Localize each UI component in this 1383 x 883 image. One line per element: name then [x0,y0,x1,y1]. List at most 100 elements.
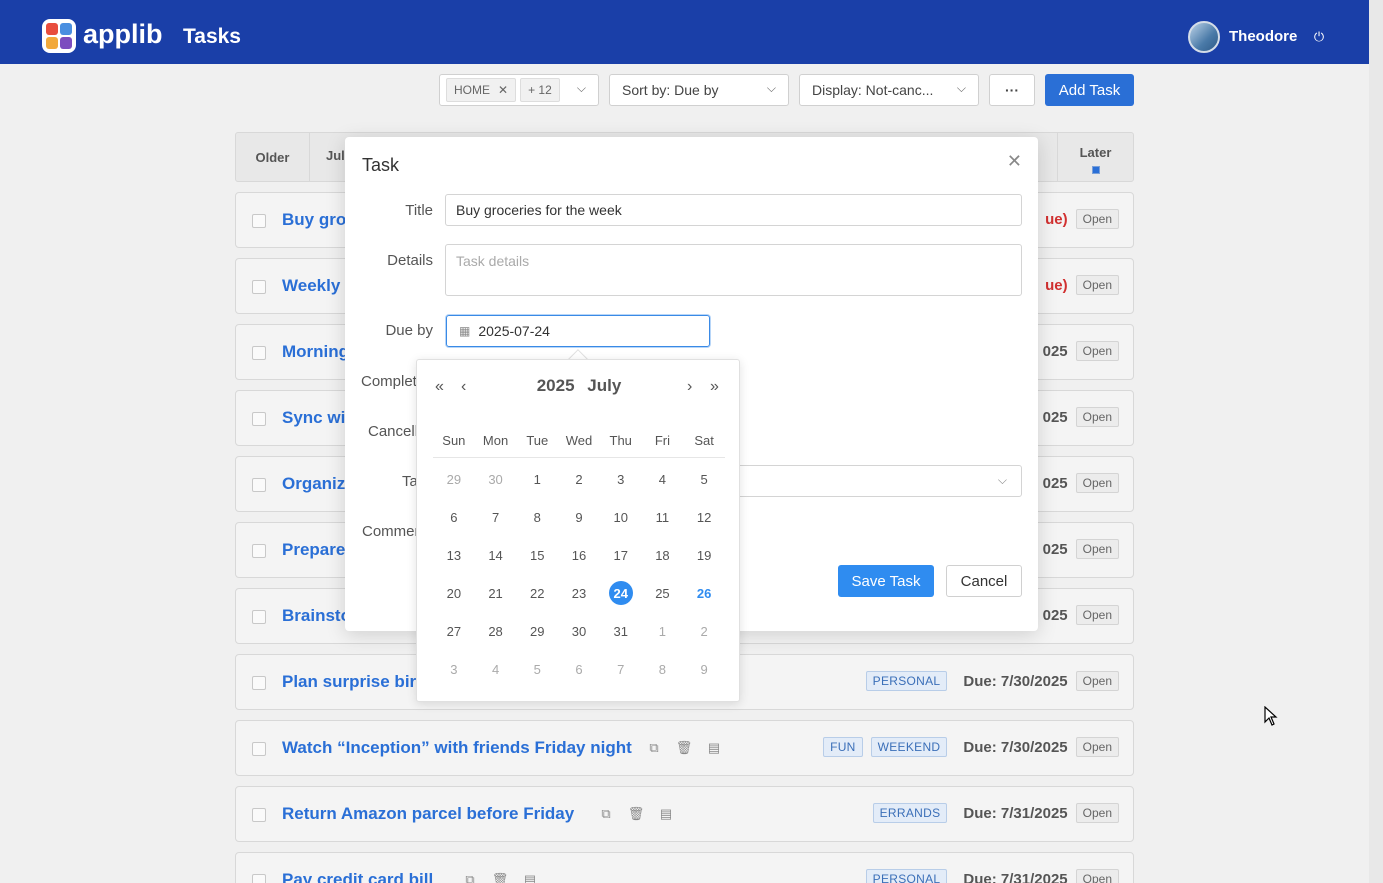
day-cell[interactable]: 2 [558,460,600,498]
task-title[interactable]: Prepare [282,540,345,560]
date-strip-later[interactable]: Later [1057,133,1133,181]
tag-filter-select[interactable]: HOME ✕ + 12 ⌵ [439,74,599,106]
task-tag[interactable]: FUN [823,737,863,757]
brand-name[interactable]: applib [83,19,163,50]
day-cell[interactable]: 19 [683,536,725,574]
close-icon[interactable]: ✕ [1007,151,1022,172]
day-cell[interactable]: 7 [600,650,642,688]
day-cell[interactable]: 8 [516,498,558,536]
day-cell[interactable]: 4 [642,460,684,498]
task-checkbox[interactable] [252,412,266,426]
title-input[interactable]: Buy groceries for the week [445,194,1022,226]
applib-logo-icon[interactable] [42,19,76,53]
task-checkbox[interactable] [252,742,266,756]
archive-icon[interactable]: ▤ [658,806,674,822]
copy-icon[interactable]: ⧉ [462,872,478,883]
task-tag[interactable]: ERRANDS [872,803,948,823]
task-checkbox[interactable] [252,676,266,690]
picker-month[interactable]: July [587,376,621,395]
day-cell[interactable]: 8 [642,650,684,688]
day-cell[interactable]: 30 [558,612,600,650]
sort-select[interactable]: Sort by: Due by ⌵ [609,74,789,106]
task-checkbox[interactable] [252,610,266,624]
tags-select[interactable]: ⌵ [725,465,1022,497]
next-month-icon[interactable]: › [687,378,692,396]
task-title[interactable]: Morning [282,342,349,362]
day-cell[interactable]: 6 [558,650,600,688]
day-cell[interactable]: 27 [433,612,475,650]
day-cell[interactable]: 30 [475,460,517,498]
task-checkbox[interactable] [252,874,266,883]
day-cell[interactable]: 2 [683,612,725,650]
task-tag[interactable]: PERSONAL [865,869,948,883]
day-cell[interactable]: 25 [642,574,684,612]
task-title[interactable]: Plan surprise birtl [282,672,427,692]
save-task-button[interactable]: Save Task [838,565,934,597]
archive-icon[interactable]: ▤ [522,872,538,883]
copy-icon[interactable]: ⧉ [646,740,662,756]
task-checkbox[interactable] [252,478,266,492]
user-name[interactable]: Theodore [1229,28,1297,45]
task-title[interactable]: Organize [282,474,355,494]
day-cell[interactable]: 4 [475,650,517,688]
day-cell[interactable]: 13 [433,536,475,574]
day-cell[interactable]: 26 [683,574,725,612]
display-select[interactable]: Display: Not-canc... ⌵ [799,74,979,106]
task-row[interactable]: Return Amazon parcel before Friday ⧉ 🗑 ▤ ERR… [235,786,1134,842]
user-avatar[interactable] [1188,21,1220,53]
selected-day-cell[interactable]: 24 [600,574,642,612]
day-cell[interactable]: 5 [683,460,725,498]
cancel-button[interactable]: Cancel [946,565,1022,597]
day-cell[interactable]: 10 [600,498,642,536]
picker-year[interactable]: 2025 [537,376,575,395]
day-cell[interactable]: 7 [475,498,517,536]
day-cell[interactable]: 29 [433,460,475,498]
task-title[interactable]: Watch “Inception” with friends Friday ni… [282,738,632,758]
day-cell[interactable]: 28 [475,612,517,650]
remove-tag-icon[interactable]: ✕ [498,83,508,97]
day-cell[interactable]: 18 [642,536,684,574]
day-cell[interactable]: 17 [600,536,642,574]
day-cell[interactable]: 5 [516,650,558,688]
task-checkbox[interactable] [252,544,266,558]
day-cell[interactable]: 29 [516,612,558,650]
task-tag[interactable]: PERSONAL [865,671,948,691]
date-strip-older[interactable]: Older [236,133,310,181]
power-icon[interactable]: ⏻ [1311,29,1327,45]
day-cell[interactable]: 21 [475,574,517,612]
task-row[interactable]: Pay credit card bill ⧉ 🗑 ▤ PERSONAL Due: 7/31… [235,852,1134,883]
task-tag[interactable]: WEEKEND [870,737,948,757]
task-checkbox[interactable] [252,280,266,294]
more-options-button[interactable]: ··· [989,74,1035,106]
next-year-icon[interactable]: » [710,378,719,396]
day-cell[interactable]: 22 [516,574,558,612]
day-cell[interactable]: 23 [558,574,600,612]
day-cell[interactable]: 3 [600,460,642,498]
day-cell[interactable]: 20 [433,574,475,612]
copy-icon[interactable]: ⧉ [598,806,614,822]
day-cell[interactable]: 16 [558,536,600,574]
archive-icon[interactable]: ▤ [706,740,722,756]
day-cell[interactable]: 12 [683,498,725,536]
day-cell[interactable]: 15 [516,536,558,574]
day-cell[interactable]: 9 [558,498,600,536]
day-cell[interactable]: 31 [600,612,642,650]
task-checkbox[interactable] [252,346,266,360]
task-row[interactable]: Watch “Inception” with friends Friday ni… [235,720,1134,776]
day-cell[interactable]: 11 [642,498,684,536]
date-strip-month[interactable]: Jul [326,148,345,163]
day-cell[interactable]: 1 [642,612,684,650]
trash-icon[interactable]: 🗑 [676,740,693,756]
task-title[interactable]: Pay credit card bill [282,870,433,883]
task-checkbox[interactable] [252,214,266,228]
day-cell[interactable]: 6 [433,498,475,536]
due-date-input[interactable]: ▦ 2025-07-24 [446,315,710,347]
task-title[interactable]: Sync wit [282,408,351,428]
scrollbar[interactable] [1369,0,1383,883]
day-cell[interactable]: 9 [683,650,725,688]
trash-icon[interactable]: 🗑 [628,806,645,822]
details-textarea[interactable]: Task details [445,244,1022,296]
day-cell[interactable]: 1 [516,460,558,498]
trash-icon[interactable]: 🗑 [492,872,509,883]
task-checkbox[interactable] [252,808,266,822]
